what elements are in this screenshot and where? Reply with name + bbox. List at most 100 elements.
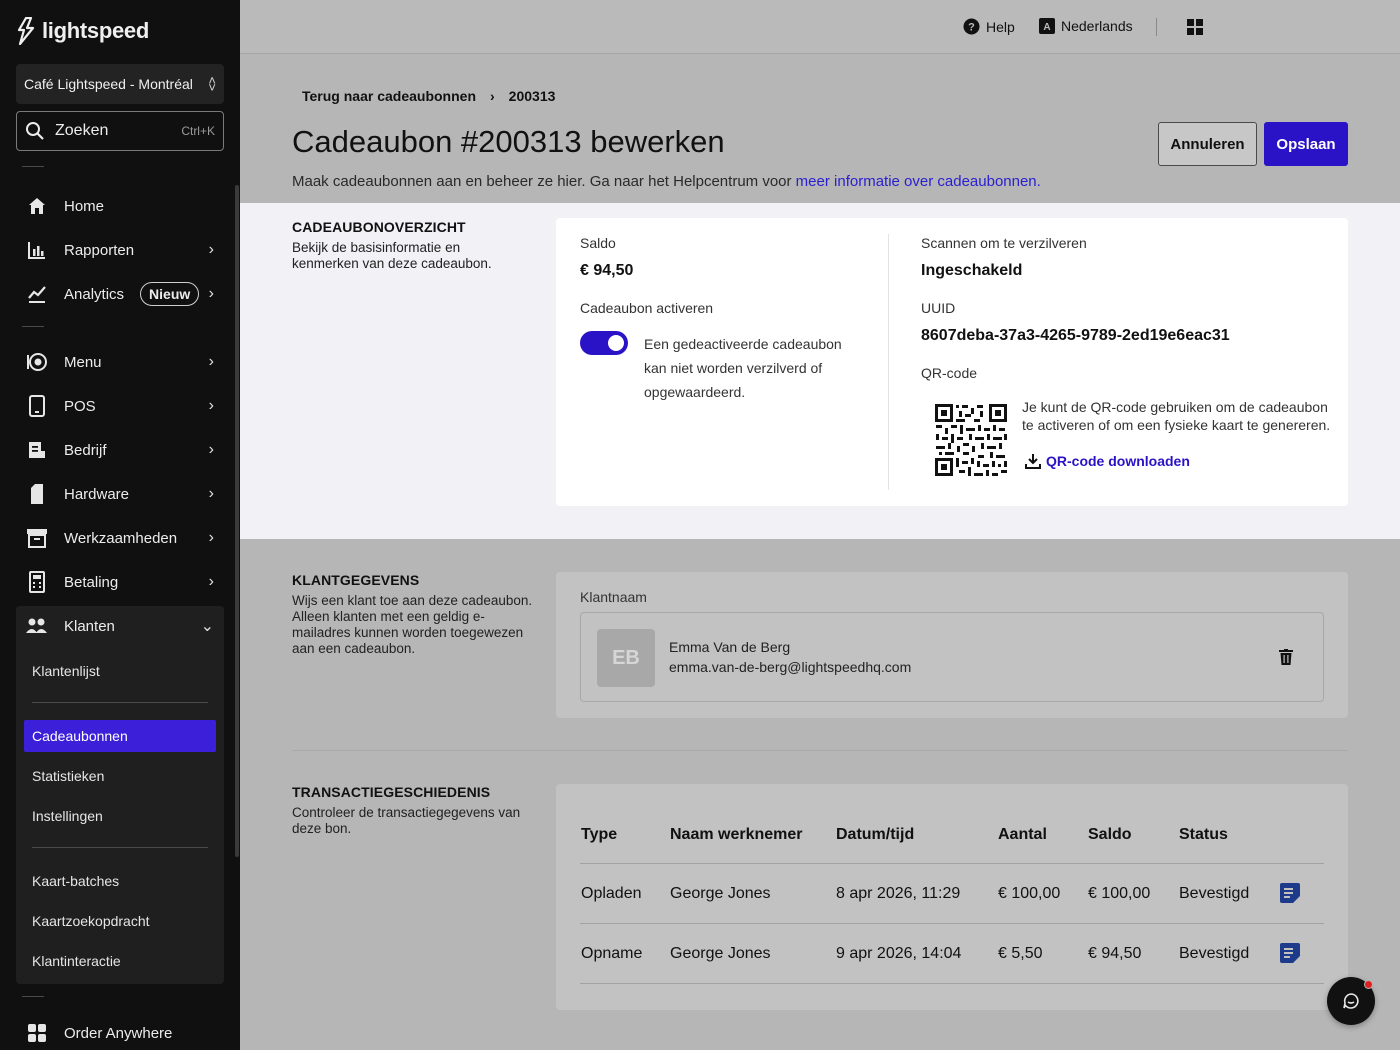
flame-icon (17, 17, 35, 45)
col-header-balance[interactable]: Saldo (1088, 826, 1132, 844)
uuid-value: 8607deba-37a3-4265-9789-2ed19e6eac31 (921, 327, 1230, 344)
activate-label: Cadeaubon activeren (580, 300, 714, 316)
new-badge: Nieuw (140, 282, 200, 306)
sub-kaartzoekopdracht[interactable]: Kaartzoekopdracht (24, 905, 216, 937)
calculator-icon (26, 571, 48, 593)
nav-home[interactable]: Home (16, 186, 224, 226)
nav-analytics-label: Analytics (64, 285, 125, 303)
svg-text:?: ? (968, 22, 975, 34)
help-button[interactable]: ? Help (963, 18, 1015, 35)
cell-balance: € 94,50 (1088, 945, 1142, 962)
nav-bedrijf[interactable]: Bedrijf › (16, 430, 224, 470)
divider (32, 847, 208, 848)
sub-cadeaubonnen[interactable]: Cadeaubonnen (24, 720, 216, 752)
col-header-datetime[interactable]: Datum/tijd (836, 826, 914, 844)
help-icon: ? (963, 18, 980, 35)
store-selector[interactable]: Café Lightspeed - Montréal ˄ ˅ (16, 64, 224, 104)
chevron-right-icon: › (208, 285, 214, 302)
breadcrumb: Terug naar cadeaubonnen › 200313 (302, 88, 555, 104)
chevron-right-icon: › (208, 353, 214, 370)
receipt-note-icon[interactable] (1280, 943, 1300, 963)
qr-description: Je kunt de QR-code gebruiken om de cadea… (1022, 399, 1331, 433)
cell-type: Opname (581, 945, 643, 962)
language-selector[interactable]: A Nederlands (1039, 18, 1133, 34)
klanten-submenu: Klanten ⌄ Klantenlijst Cadeaubonnen Stat… (16, 606, 224, 984)
lightspeed-logo[interactable]: lightspeed (16, 16, 149, 46)
qr-download-label: QR-code downloaden (1046, 453, 1190, 469)
home-icon (26, 195, 48, 217)
apps-button[interactable] (1187, 19, 1203, 35)
grid-icon (26, 1022, 48, 1044)
customer-name: Emma Van de Berg (669, 639, 791, 655)
col-header-employee[interactable]: Naam werknemer (670, 826, 803, 844)
col-header-status[interactable]: Status (1179, 826, 1228, 844)
sidebar-scrollbar[interactable] (235, 185, 239, 857)
chevron-updown-icon: ˄ ˅ (208, 73, 216, 95)
divider (580, 923, 1324, 924)
breadcrumb-current: 200313 (508, 88, 556, 104)
uuid-label: UUID (921, 300, 956, 316)
nav-menu[interactable]: Menu › (16, 342, 224, 382)
nav-hardware[interactable]: Hardware › (16, 474, 224, 514)
store-name: Café Lightspeed - Montréal (24, 76, 193, 92)
cell-datetime: 8 apr 2026, 11:29 (836, 885, 961, 902)
cancel-button[interactable]: Annuleren (1158, 122, 1257, 166)
nav-analytics[interactable]: Analytics Nieuw › (16, 274, 224, 314)
sub-klantenlijst[interactable]: Klantenlijst (24, 655, 216, 687)
nav-betaling[interactable]: Betaling › (16, 562, 224, 602)
search-input[interactable]: Zoeken Ctrl+K (16, 111, 224, 151)
hardware-icon (26, 483, 48, 505)
save-button[interactable]: Opslaan (1264, 122, 1348, 166)
divider (32, 702, 208, 703)
menu-plate-icon (26, 351, 48, 373)
sub-klantinteractie[interactable]: Klantinteractie (24, 945, 216, 977)
activate-desc: Een gedeactiveerde cadeaubon kan niet wo… (644, 336, 842, 400)
nav-order-anywhere[interactable]: Order Anywhere (16, 1013, 224, 1050)
help-center-link[interactable]: meer informatie over cadeaubonnen. (796, 173, 1041, 190)
nav-rapporten-label: Rapporten (64, 241, 135, 259)
sub-instellingen[interactable]: Instellingen (24, 800, 216, 832)
col-header-type[interactable]: Type (581, 826, 617, 844)
avatar: EB (597, 629, 655, 687)
nav-rapporten[interactable]: Rapporten › (16, 230, 224, 270)
activate-toggle[interactable] (580, 331, 628, 355)
cell-datetime: 9 apr 2026, 14:04 (836, 945, 962, 962)
cell-amount: € 5,50 (998, 945, 1043, 962)
receipt-note-icon[interactable] (1280, 883, 1300, 903)
sub-kaart-batches[interactable]: Kaart-batches (24, 865, 216, 897)
saldo-label: Saldo (580, 235, 616, 251)
trash-icon[interactable] (1279, 649, 1293, 665)
archive-icon (26, 527, 48, 549)
transactions-title: TRANSACTIEGESCHIEDENIS (292, 784, 491, 800)
qr-download-link[interactable]: QR-code downloaden (1024, 452, 1190, 470)
nav-werkzaamheden[interactable]: Werkzaamheden › (16, 518, 224, 558)
language-icon: A (1039, 18, 1055, 34)
nav-order-anywhere-label: Order Anywhere (64, 1024, 173, 1042)
nav-pos[interactable]: POS › (16, 386, 224, 426)
chat-icon (1343, 993, 1359, 1009)
nav-pos-label: POS (64, 397, 96, 415)
nav-klanten[interactable]: Klanten ⌄ (16, 606, 224, 646)
sidebar: lightspeed Café Lightspeed - Montréal ˄ ˅… (0, 0, 240, 1050)
search-label: Zoeken (55, 122, 109, 139)
divider (22, 166, 44, 167)
chevron-right-icon: › (208, 441, 214, 458)
cell-type: Opladen (581, 885, 642, 902)
cell-status: Bevestigd (1179, 945, 1250, 962)
chat-support-button[interactable] (1327, 977, 1375, 1025)
col-header-amount[interactable]: Aantal (998, 826, 1047, 844)
document-icon (26, 439, 48, 461)
nav-hardware-label: Hardware (64, 485, 130, 503)
breadcrumb-back-link[interactable]: Terug naar cadeaubonnen (302, 88, 476, 104)
customer-field[interactable]: EB Emma Van de Berg emma.van-de-berg@lig… (580, 612, 1324, 702)
chevron-right-icon: › (208, 397, 214, 414)
divider (580, 863, 1324, 864)
chevron-down-icon: ⌄ (200, 618, 214, 635)
divider (22, 996, 44, 997)
sub-statistieken[interactable]: Statistieken (24, 760, 216, 792)
search-icon (26, 122, 44, 140)
saldo-value: € 94,50 (580, 262, 634, 279)
apps-grid-icon (1187, 19, 1203, 35)
chevron-right-icon: › (208, 485, 214, 502)
qr-label: QR-code (921, 365, 978, 381)
